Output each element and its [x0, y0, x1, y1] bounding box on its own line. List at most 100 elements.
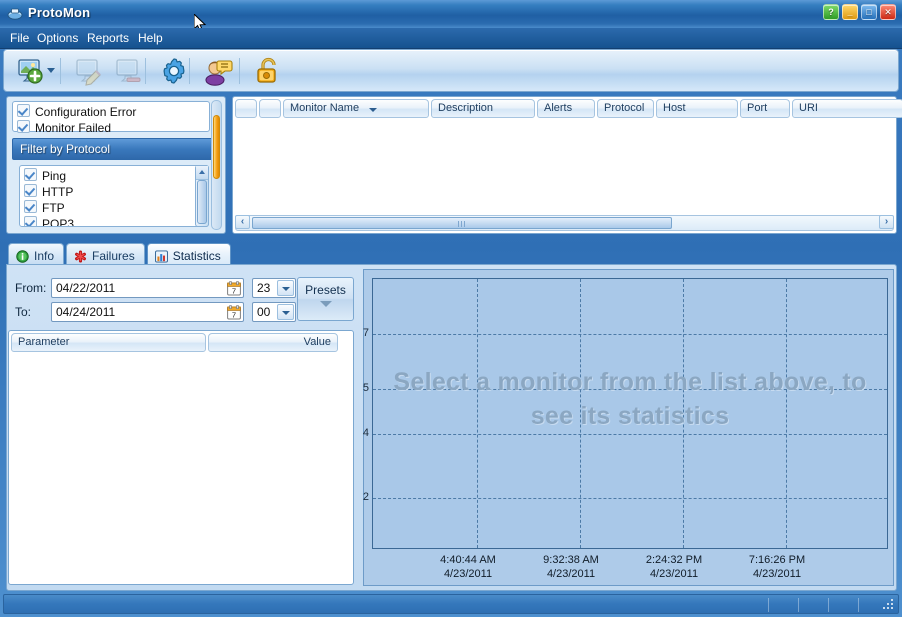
- chart-empty-message: Select a monitor from the list above, to…: [393, 368, 867, 430]
- list-item[interactable]: POP3: [24, 216, 208, 226]
- chevron-up-icon: [199, 170, 205, 174]
- column-header-protocol[interactable]: Protocol: [597, 99, 654, 118]
- x-tick-date: 4/23/2011: [546, 568, 596, 580]
- column-header-description[interactable]: Description: [431, 99, 535, 118]
- column-header-parameter[interactable]: Parameter: [11, 333, 206, 352]
- protocol-filter-list[interactable]: Ping HTTP FTP POP3: [19, 165, 209, 227]
- monitor-list-hscrollbar[interactable]: ‹ ›: [235, 215, 894, 231]
- toolbar-separator: [60, 58, 61, 84]
- list-item[interactable]: HTTP: [24, 184, 208, 200]
- scroll-up-button[interactable]: [196, 166, 208, 180]
- scroll-right-button[interactable]: ›: [879, 215, 894, 229]
- title-bar: ProtoMon ? _ □ ✕: [0, 0, 902, 29]
- chevron-down-icon[interactable]: [277, 280, 294, 296]
- status-separator: [798, 598, 799, 612]
- x-tick-label: 4:40:44 AM 4/23/2011: [413, 553, 523, 581]
- checkbox-checked-icon[interactable]: [24, 200, 37, 213]
- column-header-monitor-name[interactable]: Monitor Name: [283, 99, 429, 118]
- presets-label: Presets: [305, 283, 346, 297]
- list-item[interactable]: FTP: [24, 200, 208, 216]
- list-item[interactable]: Ping: [24, 168, 208, 184]
- tab-info[interactable]: Info: [8, 243, 65, 265]
- column-header-label: Monitor Name: [290, 102, 360, 114]
- alert-filter-list[interactable]: Configuration Error Monitor Failed: [12, 101, 210, 135]
- monitor-add-icon[interactable]: [16, 56, 46, 86]
- padlock-icon[interactable]: [253, 56, 283, 86]
- list-item[interactable]: Configuration Error: [17, 104, 209, 120]
- scrollbar-thumb[interactable]: [252, 217, 672, 229]
- window-title: ProtoMon: [28, 5, 91, 20]
- menu-item-options[interactable]: Options: [33, 31, 82, 45]
- presets-button[interactable]: Presets: [297, 277, 354, 321]
- info-circle-icon: [16, 249, 29, 263]
- calendar-icon[interactable]: 7: [227, 281, 241, 296]
- column-header-port[interactable]: Port: [740, 99, 790, 118]
- x-tick-date: 4/23/2011: [752, 568, 802, 580]
- y-tick-label: 7: [362, 327, 369, 339]
- user-message-icon[interactable]: [203, 56, 233, 86]
- scrollbar-thumb[interactable]: [213, 115, 220, 179]
- checkbox-checked-icon[interactable]: [17, 120, 30, 133]
- scroll-left-button[interactable]: ‹: [235, 215, 250, 229]
- window-controls: ? _ □ ✕: [823, 4, 896, 20]
- monitor-list: Monitor Name Description Alerts Protocol…: [232, 96, 902, 234]
- status-bar: [3, 594, 899, 614]
- column-header-status[interactable]: [259, 99, 281, 118]
- protocol-list-scrollbar[interactable]: [195, 165, 209, 227]
- menu-bar: File Options Reports Help: [0, 28, 902, 49]
- status-separator: [768, 598, 769, 612]
- alert-filter-label: Configuration Error: [35, 105, 137, 119]
- tab-label: Failures: [92, 249, 135, 263]
- tab-failures[interactable]: Failures: [66, 243, 145, 265]
- filter-panel: Configuration Error Monitor Failed Filte…: [6, 96, 226, 234]
- maximize-button[interactable]: □: [861, 4, 877, 20]
- checkbox-checked-icon[interactable]: [24, 216, 37, 226]
- minimize-button[interactable]: _: [842, 4, 858, 20]
- list-item[interactable]: Monitor Failed: [17, 120, 209, 136]
- application-window: ProtoMon ? _ □ ✕ File Options Reports He…: [0, 0, 902, 617]
- parameter-table: Parameter Value: [8, 330, 354, 585]
- maximize-icon: □: [866, 7, 872, 17]
- from-date-value: 04/22/2011: [56, 281, 116, 295]
- menu-item-reports[interactable]: Reports: [83, 31, 133, 45]
- menu-item-file[interactable]: File: [6, 31, 33, 45]
- toolbar-separator: [239, 58, 240, 84]
- sort-descending-icon: [369, 108, 377, 112]
- filter-panel-scrollbar[interactable]: [211, 100, 222, 230]
- column-header-value[interactable]: Value: [208, 333, 338, 352]
- y-tick-label: 5: [362, 382, 369, 394]
- to-date-input[interactable]: 04/24/2011 7: [51, 302, 244, 322]
- help-button[interactable]: ?: [823, 4, 839, 20]
- column-header-host[interactable]: Host: [656, 99, 738, 118]
- resize-grip[interactable]: [883, 599, 895, 611]
- from-hour-value: 23: [257, 281, 271, 295]
- scrollbar-grip-icon: [458, 221, 466, 227]
- chevron-down-icon[interactable]: [47, 68, 55, 73]
- column-header-alerts[interactable]: Alerts: [537, 99, 595, 118]
- column-header-uri[interactable]: URI: [792, 99, 902, 118]
- menu-item-help[interactable]: Help: [134, 31, 167, 45]
- column-header-select[interactable]: [235, 99, 257, 118]
- toolbar-separator: [189, 58, 190, 84]
- to-date-value: 04/24/2011: [56, 305, 116, 319]
- statistics-chart: 7 5 4 2 Select a monitor from the list a…: [363, 269, 894, 586]
- scrollbar-thumb[interactable]: [197, 180, 207, 224]
- from-date-input[interactable]: 04/22/2011 7: [51, 278, 244, 298]
- calendar-icon[interactable]: 7: [227, 305, 241, 320]
- gridline-y: 4: [363, 427, 887, 439]
- x-tick-date: 4/23/2011: [443, 568, 493, 580]
- checkbox-checked-icon[interactable]: [24, 168, 37, 181]
- checkbox-checked-icon[interactable]: [24, 184, 37, 197]
- gridline-y: 2: [363, 491, 887, 503]
- tab-statistics[interactable]: Statistics: [146, 243, 231, 265]
- chevron-down-icon[interactable]: [277, 304, 294, 320]
- status-separator: [828, 598, 829, 612]
- from-hour-select[interactable]: 23: [252, 278, 296, 298]
- x-tick-time: 2:24:32 PM: [645, 554, 703, 566]
- filter-by-protocol-header: Filter by Protocol: [12, 138, 218, 160]
- close-button[interactable]: ✕: [880, 4, 896, 20]
- to-hour-select[interactable]: 00: [252, 302, 296, 322]
- gear-icon[interactable]: [159, 56, 189, 86]
- help-icon: ?: [828, 7, 834, 17]
- checkbox-checked-icon[interactable]: [17, 104, 30, 117]
